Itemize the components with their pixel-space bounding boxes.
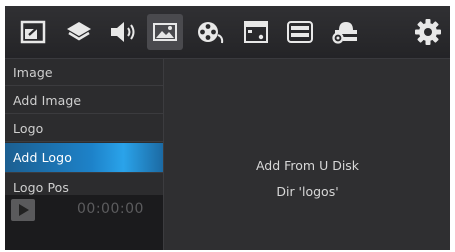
content-panel: Add From U Disk Dir 'logos' bbox=[163, 59, 450, 250]
image-icon[interactable] bbox=[147, 14, 183, 50]
picture-in-picture-icon[interactable] bbox=[15, 14, 51, 50]
play-icon[interactable] bbox=[11, 199, 35, 221]
device-screen: Image Add Image Logo Add Logo Logo Pos 0… bbox=[5, 6, 450, 250]
instruction-line-1: Add From U Disk bbox=[255, 158, 360, 173]
menu-item-image[interactable]: Image bbox=[5, 59, 163, 86]
playback-bar: 00:00:00 bbox=[5, 195, 163, 250]
instruction-line-2: Dir 'logos' bbox=[276, 184, 339, 199]
settings-gear-icon[interactable] bbox=[411, 14, 445, 50]
menu-item-add-image[interactable]: Add Image bbox=[5, 87, 163, 114]
layers-icon[interactable] bbox=[61, 14, 97, 50]
top-toolbar bbox=[5, 6, 450, 59]
menu-item-logo[interactable]: Logo bbox=[5, 115, 163, 142]
menu-item-add-logo[interactable]: Add Logo bbox=[5, 143, 163, 173]
film-reel-icon[interactable] bbox=[193, 14, 229, 50]
screen-window-icon[interactable] bbox=[238, 14, 274, 50]
playback-time: 00:00:00 bbox=[77, 201, 144, 217]
network-gear-icon[interactable] bbox=[326, 14, 362, 50]
speaker-icon[interactable] bbox=[104, 14, 140, 50]
hdmi-port-icon[interactable] bbox=[282, 14, 318, 50]
